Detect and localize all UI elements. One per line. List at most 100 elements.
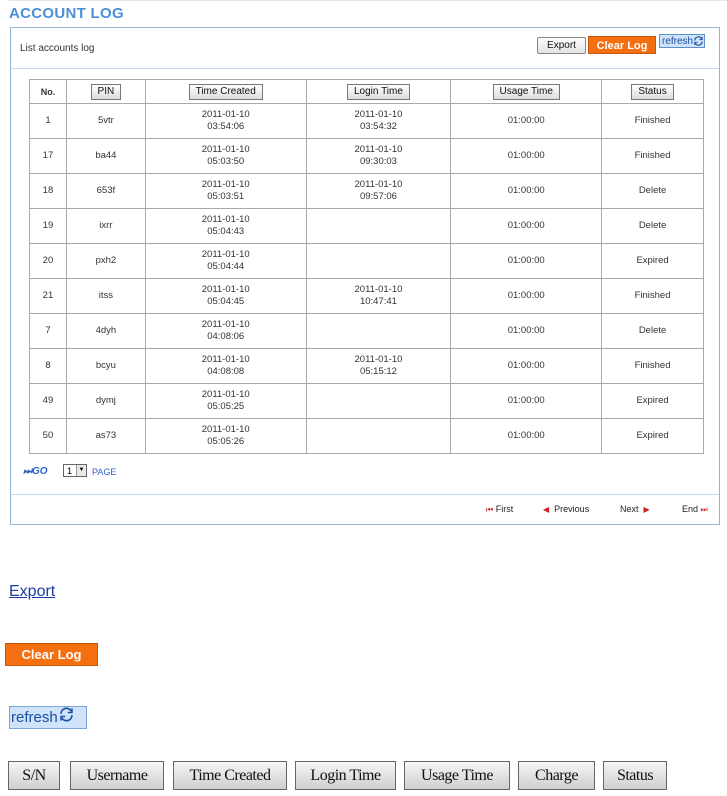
cell-status: Delete	[601, 313, 704, 349]
sort-usage-time-button[interactable]: Usage Time	[492, 83, 560, 100]
cell-no: 1	[29, 103, 67, 139]
clear-log-button[interactable]: Clear Log	[588, 36, 656, 54]
cell-no: 17	[29, 138, 67, 174]
cell-login-time	[305, 418, 452, 454]
page-label: PAGE	[92, 467, 117, 477]
table-row: 18 653f 2011-01-10 05:03:51 2011-01-10 09:57:…	[29, 173, 704, 209]
cell-login-time	[305, 383, 452, 419]
export-button[interactable]: Export	[537, 37, 586, 54]
cell-usage-time: 01:00:00	[450, 103, 603, 139]
cell-pin: ixrr	[65, 208, 146, 244]
header-divider	[11, 68, 719, 69]
cell-usage-time: 01:00:00	[450, 348, 603, 384]
cell-status: Finished	[601, 278, 704, 314]
cell-time-created: 2011-01-10 03:54:06	[144, 103, 307, 139]
sort-pin-button[interactable]: PIN	[90, 83, 122, 100]
cell-no: 21	[29, 278, 67, 314]
refresh-label: refresh	[662, 36, 694, 47]
cell-usage-time: 01:00:00	[450, 313, 603, 349]
cell-pin: ba44	[65, 138, 146, 174]
first-icon: ⏮	[486, 505, 494, 514]
cell-status: Expired	[601, 418, 704, 454]
cell-pin: bcyu	[65, 348, 146, 384]
cell-pin: 4dyh	[65, 313, 146, 349]
usage-time-button[interactable]: Usage Time	[404, 761, 510, 790]
cell-no: 19	[29, 208, 67, 244]
first-page-link[interactable]: ⏮ First	[486, 504, 513, 515]
refresh-button[interactable]: refresh	[659, 34, 705, 48]
refresh-button-large[interactable]: refresh	[9, 706, 87, 729]
time-created-button[interactable]: Time Created	[173, 761, 287, 790]
cell-status: Finished	[601, 138, 704, 174]
cell-time-created: 2011-01-10 04:08:06	[144, 313, 307, 349]
export-link[interactable]: Export	[9, 583, 55, 601]
cell-pin: as73	[65, 418, 146, 454]
cell-status: Finished	[601, 348, 704, 384]
cell-status: Expired	[601, 383, 704, 419]
page-title: ACCOUNT LOG	[9, 5, 124, 22]
cell-pin: 653f	[65, 173, 146, 209]
chevron-down-icon: ▼	[76, 465, 86, 476]
end-icon: ⏭	[700, 505, 708, 514]
sort-time-created-button[interactable]: Time Created	[188, 83, 263, 100]
login-time-button[interactable]: Login Time	[295, 761, 396, 790]
cell-time-created: 2011-01-10 05:03:51	[144, 173, 307, 209]
cell-usage-time: 01:00:00	[450, 383, 603, 419]
sn-button[interactable]: S/N	[8, 761, 60, 790]
cell-login-time: 2011-01-10 03:54:32	[305, 103, 452, 139]
page-select[interactable]: 1 ▼	[63, 464, 87, 477]
table-row: 1 5vtr 2011-01-10 03:54:06 2011-01-10 03:54:3…	[29, 103, 704, 139]
sort-status-button[interactable]: Status	[631, 83, 674, 100]
cell-pin: itss	[65, 278, 146, 314]
cell-time-created: 2011-01-10 05:05:26	[144, 418, 307, 454]
table-row: 50 as73 2011-01-10 05:05:26 01:00:00 Expired	[29, 418, 704, 454]
cell-login-time	[305, 313, 452, 349]
previous-page-link[interactable]: ◀ Previous	[543, 504, 589, 514]
refresh-icon	[694, 36, 703, 47]
table-header-row: No. PIN Time Created Login Time Usage Ti…	[29, 79, 704, 104]
cell-usage-time: 01:00:00	[450, 418, 603, 454]
go-icon: ⏭	[23, 466, 32, 477]
cell-pin: 5vtr	[65, 103, 146, 139]
charge-button[interactable]: Charge	[518, 761, 595, 790]
end-page-link[interactable]: End ⏭	[682, 504, 708, 515]
top-divider	[9, 0, 727, 1]
table-row: 17 ba44 2011-01-10 05:03:50 2011-01-10 09:30:…	[29, 138, 704, 174]
next-icon: ▶	[643, 505, 650, 514]
table-row: 7 4dyh 2011-01-10 04:08:06 01:00:00 Delete	[29, 313, 704, 349]
footer-divider	[11, 494, 719, 495]
cell-status: Delete	[601, 208, 704, 244]
table-row: 20 pxh2 2011-01-10 05:04:44 01:00:00 Expired	[29, 243, 704, 279]
refresh-label-large: refresh	[11, 709, 58, 726]
table-row: 49 dymj 2011-01-10 05:05:25 01:00:00 Expired	[29, 383, 704, 419]
cell-no: 20	[29, 243, 67, 279]
cell-login-time: 2011-01-10 05:15:12	[305, 348, 452, 384]
go-button[interactable]: ⏭GO	[23, 466, 48, 477]
cell-login-time: 2011-01-10 09:30:03	[305, 138, 452, 174]
cell-usage-time: 01:00:00	[450, 138, 603, 174]
cell-status: Finished	[601, 103, 704, 139]
cell-usage-time: 01:00:00	[450, 208, 603, 244]
previous-icon: ◀	[543, 505, 550, 514]
cell-login-time	[305, 208, 452, 244]
cell-no: 49	[29, 383, 67, 419]
cell-login-time: 2011-01-10 09:57:06	[305, 173, 452, 209]
cell-time-created: 2011-01-10 05:05:25	[144, 383, 307, 419]
status-button[interactable]: Status	[603, 761, 667, 790]
table-row: 21 itss 2011-01-10 05:04:45 2011-01-10 10:47:…	[29, 278, 704, 314]
next-page-link[interactable]: Next ▶	[620, 504, 650, 514]
cell-no: 50	[29, 418, 67, 454]
cell-status: Delete	[601, 173, 704, 209]
cell-pin: dymj	[65, 383, 146, 419]
cell-no: 8	[29, 348, 67, 384]
sort-login-time-button[interactable]: Login Time	[347, 83, 410, 100]
username-button[interactable]: Username	[70, 761, 164, 790]
cell-status: Expired	[601, 243, 704, 279]
table-row: 19 ixrr 2011-01-10 05:04:43 01:00:00 Delete	[29, 208, 704, 244]
cell-usage-time: 01:00:00	[450, 278, 603, 314]
cell-time-created: 2011-01-10 04:08:08	[144, 348, 307, 384]
cell-time-created: 2011-01-10 05:04:43	[144, 208, 307, 244]
cell-time-created: 2011-01-10 05:04:44	[144, 243, 307, 279]
clear-log-button-large[interactable]: Clear Log	[5, 643, 98, 666]
header-no: No.	[29, 79, 67, 104]
